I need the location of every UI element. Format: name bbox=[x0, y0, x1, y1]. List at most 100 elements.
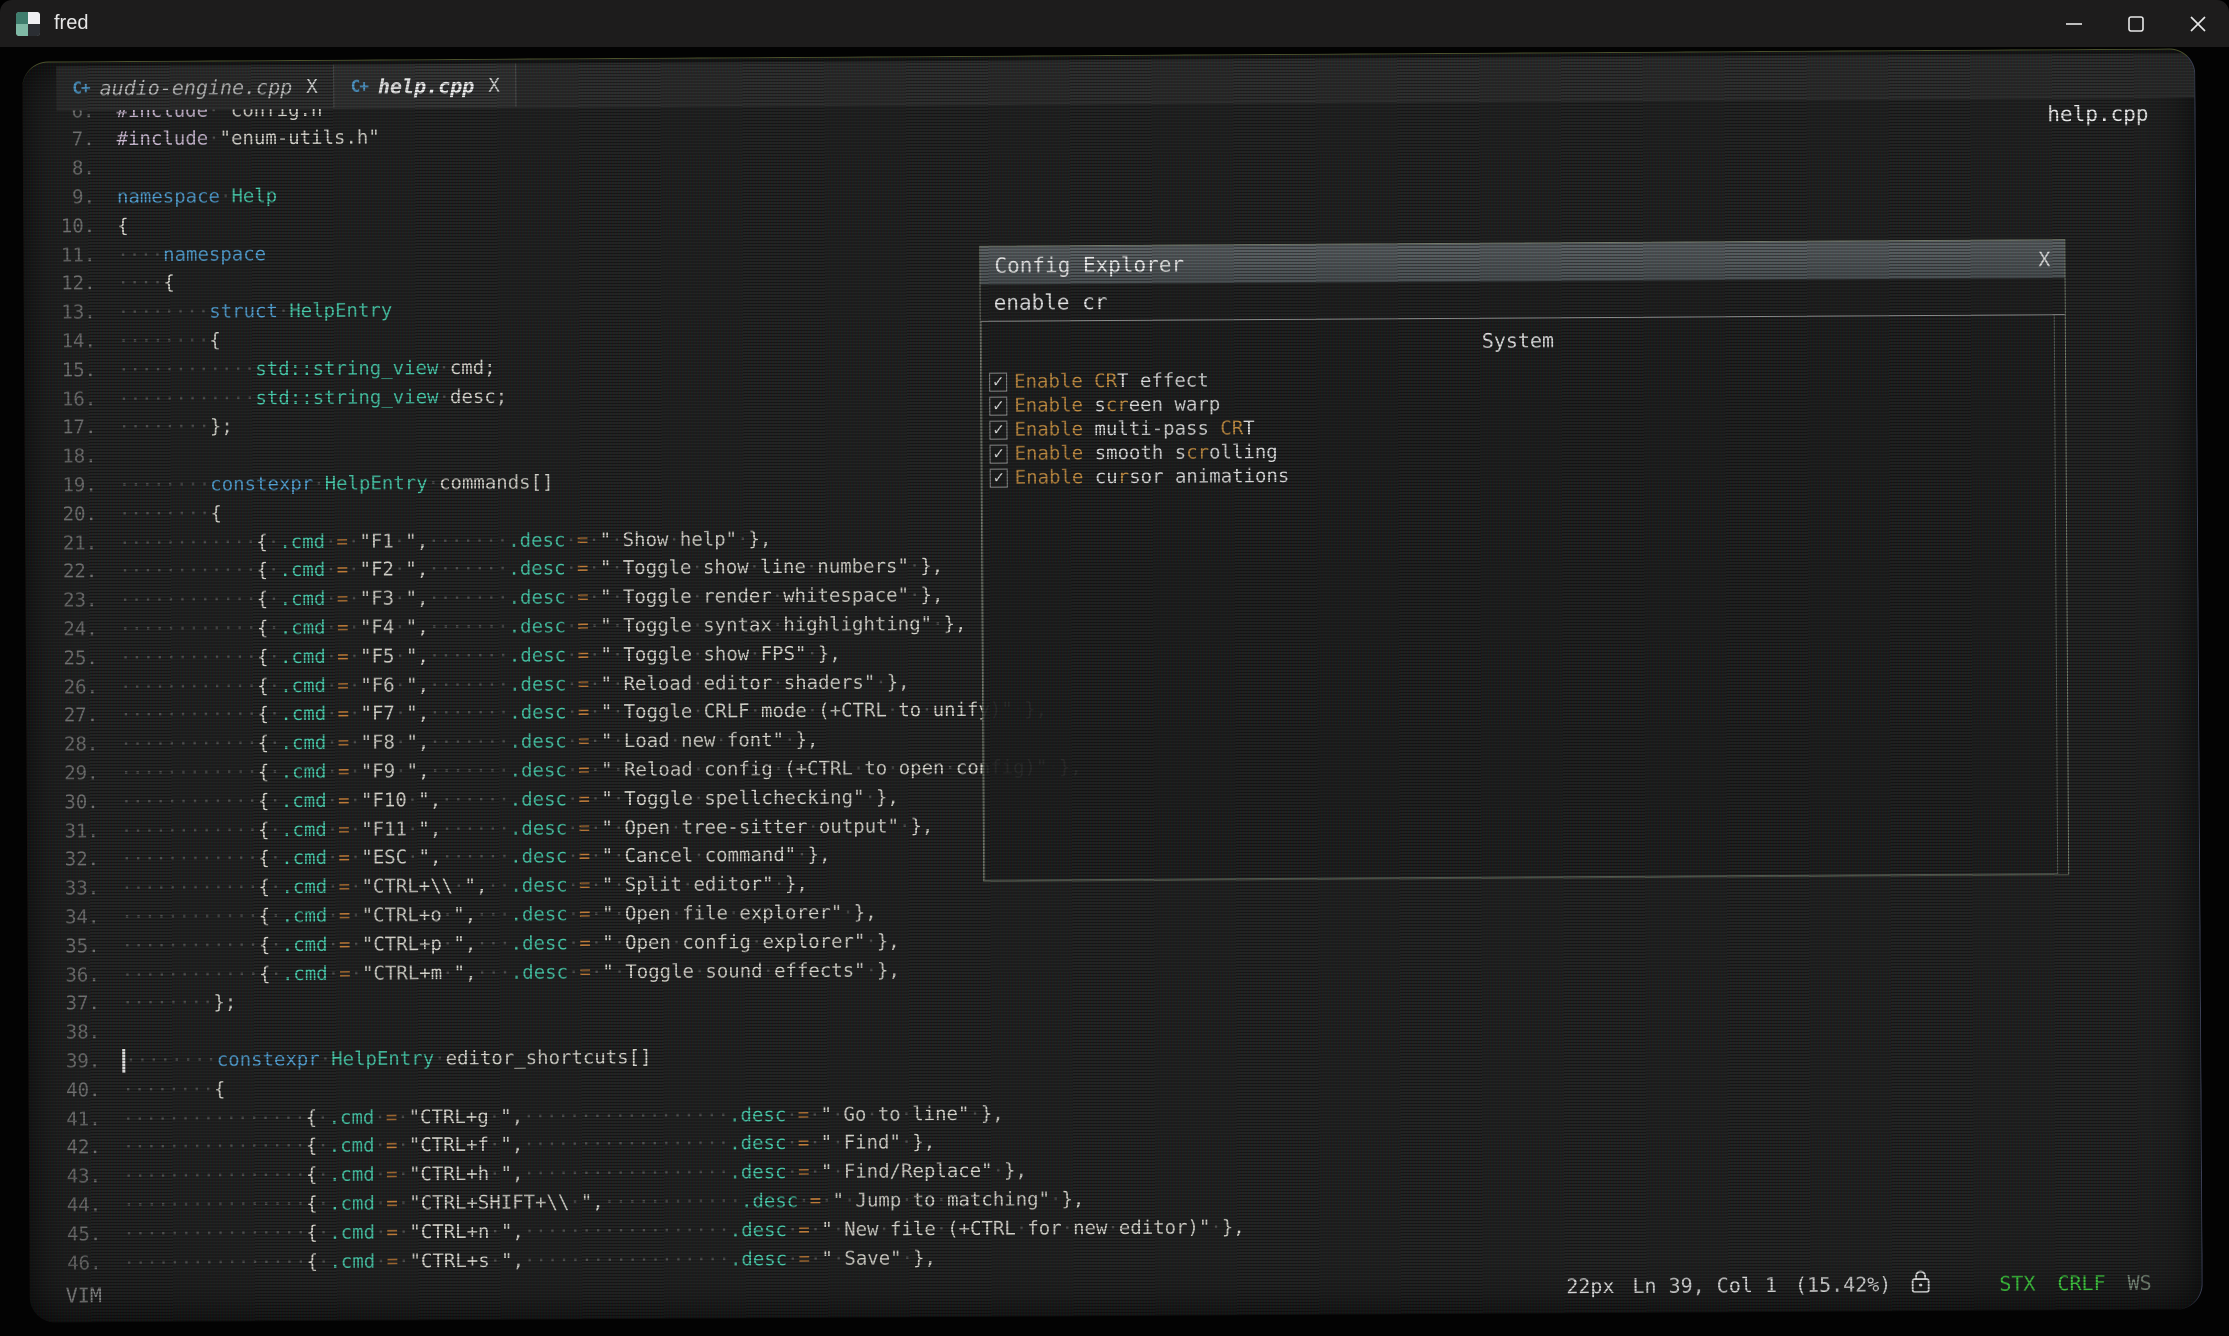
line-number: 42. bbox=[29, 1136, 101, 1158]
config-option-label: Enable smooth scrolling bbox=[1015, 441, 1278, 465]
line-text: ················{·.cmd·=·"CTRL+n·",·····… bbox=[123, 1216, 1245, 1245]
line-number: 44. bbox=[29, 1194, 101, 1216]
tab-label: audio-engine.cpp bbox=[100, 74, 293, 99]
line-number: 22. bbox=[25, 560, 97, 582]
line-text: ············{·.cmd·=·"CTRL+\\·",··.desc·… bbox=[121, 873, 808, 899]
line-number: 46. bbox=[29, 1252, 101, 1274]
line-text: ············{·.cmd·=·"CTRL+o·",···.desc·… bbox=[121, 901, 876, 928]
line-text: ············std::string_view·cmd; bbox=[118, 356, 496, 380]
encoding-indicator: STX bbox=[1999, 1271, 2035, 1295]
section-header-system: System bbox=[982, 325, 2054, 356]
popup-title: Config Explorer bbox=[994, 253, 1184, 278]
line-number: 38. bbox=[28, 1021, 100, 1043]
checkbox-checked-icon[interactable]: ✓ bbox=[989, 420, 1007, 439]
line-text: ················{·.cmd·=·"CTRL+g·",·····… bbox=[123, 1102, 1004, 1129]
vim-mode-indicator: VIM bbox=[66, 1283, 102, 1307]
config-option-label: Enable multi-pass CRT bbox=[1014, 417, 1254, 440]
checkbox-checked-icon[interactable]: ✓ bbox=[990, 444, 1008, 463]
popup-titlebar[interactable]: Config Explorer X bbox=[980, 240, 2064, 285]
line-number: 35. bbox=[28, 935, 100, 957]
line-number: 16. bbox=[24, 388, 96, 410]
line-number: 10. bbox=[23, 215, 95, 237]
line-number: 33. bbox=[27, 877, 99, 899]
app-window: fred C+ audio-engine.cpp X C+ help.cpp X help… bbox=[0, 0, 2229, 1336]
line-number: 43. bbox=[29, 1165, 101, 1187]
line-text: ············{·.cmd·=·"F1·",·······.desc·… bbox=[119, 528, 771, 554]
tab-label: help.cpp bbox=[378, 73, 474, 98]
window-controls bbox=[2043, 0, 2229, 47]
scroll-percent: (15.42%) bbox=[1795, 1272, 1891, 1297]
minimize-icon bbox=[2063, 13, 2085, 35]
line-number: 21. bbox=[25, 532, 97, 554]
line-text: ············{·.cmd·=·"ESC·",······.desc·… bbox=[121, 844, 831, 870]
checkbox-checked-icon[interactable]: ✓ bbox=[989, 372, 1007, 391]
tab-close-icon[interactable]: X bbox=[306, 75, 318, 97]
minimize-button[interactable] bbox=[2043, 0, 2105, 47]
current-file-label: help.cpp bbox=[2047, 102, 2148, 127]
line-text: ········constexpr·HelpEntry·editor_short… bbox=[122, 1046, 651, 1073]
checkbox-checked-icon[interactable]: ✓ bbox=[990, 468, 1008, 487]
line-number: 9. bbox=[23, 186, 95, 208]
line-text: ············{·.cmd·=·"F11·",······.desc·… bbox=[121, 815, 934, 842]
line-number: 37. bbox=[28, 992, 100, 1014]
line-text: ············{·.cmd·=·"F7·",·······.desc·… bbox=[120, 699, 1047, 727]
tab-audio-engine.cpp[interactable]: C+ audio-engine.cpp X bbox=[56, 65, 335, 110]
line-text: ············{·.cmd·=·"F4·",·······.desc·… bbox=[120, 613, 967, 640]
line-number: 36. bbox=[28, 964, 100, 986]
line-number: 32. bbox=[27, 848, 99, 870]
line-number: 41. bbox=[29, 1108, 101, 1130]
line-text: ················{·.cmd·=·"CTRL+SHIFT+\\·… bbox=[123, 1188, 1084, 1216]
line-number: 29. bbox=[26, 762, 98, 784]
line-number: 26. bbox=[26, 676, 98, 698]
line-number: 19. bbox=[25, 474, 97, 496]
line-text: namespace·Help bbox=[117, 185, 277, 208]
lock-icon bbox=[1909, 1269, 1931, 1300]
line-number: 8. bbox=[23, 157, 95, 179]
line-text: ········{ bbox=[118, 329, 221, 352]
line-number: 23. bbox=[25, 589, 97, 611]
config-option-label: Enable screen warp bbox=[1014, 393, 1220, 416]
line-number: 25. bbox=[26, 647, 98, 669]
line-number: 31. bbox=[27, 820, 99, 842]
line-number: 7. bbox=[23, 129, 95, 151]
line-text: ············{·.cmd·=·"F8·",·······.desc·… bbox=[120, 729, 818, 755]
line-number: 24. bbox=[26, 618, 98, 640]
line-number: 45. bbox=[29, 1223, 101, 1245]
line-text: ············{·.cmd·=·"CTRL+m·",···.desc·… bbox=[122, 959, 900, 986]
config-explorer-popup: Config Explorer X enable cr System ✓Enab… bbox=[979, 239, 2069, 882]
checkbox-checked-icon[interactable]: ✓ bbox=[989, 396, 1007, 415]
line-number: 20. bbox=[25, 503, 97, 525]
line-text: ········struct·HelpEntry bbox=[118, 299, 393, 323]
line-text: ············{·.cmd·=·"F6·",·······.desc·… bbox=[120, 671, 910, 698]
line-text: ············std::string_view·desc; bbox=[118, 385, 507, 409]
line-text: ········{ bbox=[122, 1078, 225, 1101]
line-number: 17. bbox=[24, 416, 96, 438]
line-number: 30. bbox=[27, 791, 99, 813]
line-number: 13. bbox=[24, 301, 96, 323]
whitespace-indicator: WS bbox=[2128, 1271, 2152, 1295]
line-number: 28. bbox=[26, 733, 98, 755]
line-text: ················{·.cmd·=·"CTRL+s·",·····… bbox=[123, 1247, 936, 1274]
close-button[interactable] bbox=[2167, 0, 2229, 47]
line-number: 11. bbox=[23, 244, 95, 266]
line-number: 27. bbox=[26, 704, 98, 726]
window-title: fred bbox=[54, 12, 88, 35]
cpp-file-icon: C+ bbox=[351, 77, 368, 96]
eol-indicator: CRLF bbox=[2057, 1271, 2105, 1295]
popup-body: System ✓ Enable CRT effect ✓ Enable screen … bbox=[981, 315, 2058, 881]
crt-monitor: C+audio-engine.cppXC+help.cppX help.cpp … bbox=[0, 47, 2229, 1336]
line-text: { bbox=[117, 215, 129, 237]
cpp-file-icon: C+ bbox=[72, 78, 89, 97]
line-text: ············{·.cmd·=·"F10·",······.desc·… bbox=[121, 786, 899, 813]
line-number: 39. bbox=[28, 1050, 100, 1072]
line-text: ····{ bbox=[117, 272, 174, 294]
popup-close-icon[interactable]: X bbox=[2038, 247, 2050, 271]
tab-close-icon[interactable]: X bbox=[488, 74, 500, 96]
line-text: ············{·.cmd·=·"F9·",·······.desc·… bbox=[120, 756, 1081, 784]
config-option-label: Enable CRT effect bbox=[1014, 369, 1209, 392]
line-text: ················{·.cmd·=·"CTRL+f·",·····… bbox=[123, 1131, 936, 1158]
maximize-button[interactable] bbox=[2105, 0, 2167, 47]
line-number: 15. bbox=[24, 359, 96, 381]
config-option-row[interactable]: ✓Enable cursor animations bbox=[990, 459, 2055, 490]
tab-help.cpp[interactable]: C+ help.cpp X bbox=[335, 64, 517, 108]
